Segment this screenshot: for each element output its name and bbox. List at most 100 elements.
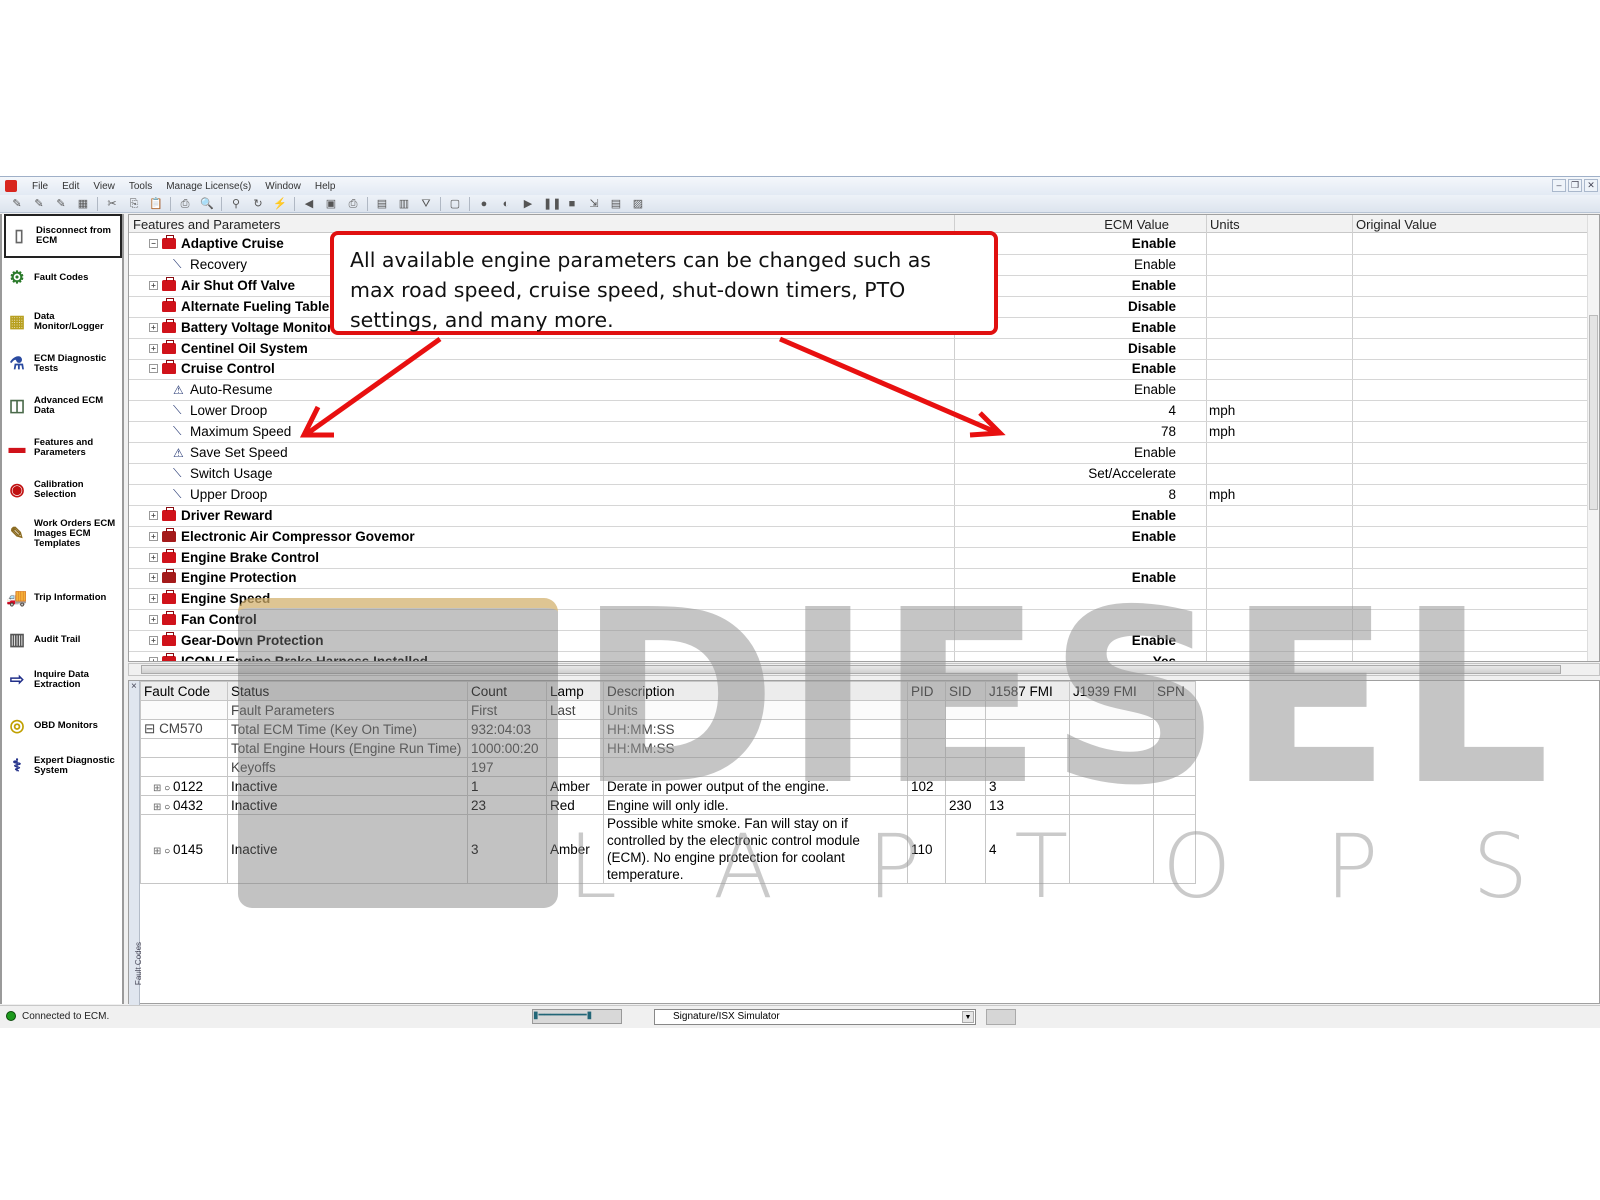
expand-icon[interactable]: +: [149, 573, 158, 583]
collapse-icon[interactable]: ⊟: [144, 721, 159, 736]
ecm-value[interactable]: Disable: [1128, 341, 1176, 356]
sidebar-item-disconnect-from-ecm[interactable]: ▯ Disconnect from ECM: [4, 214, 122, 258]
expand-icon[interactable]: ⊞: [153, 802, 164, 813]
sidebar-item-audit-trail[interactable]: ▥ Audit Trail: [4, 620, 122, 660]
parameter-row[interactable]: ⟍ Lower Droop 4 mph: [129, 401, 1589, 423]
menu-edit[interactable]: Edit: [55, 181, 86, 192]
play-icon[interactable]: ▶: [521, 198, 535, 210]
cut-icon[interactable]: ✂: [105, 198, 119, 210]
printer2-icon[interactable]: ⎙: [346, 198, 360, 210]
ecm-value[interactable]: Enable: [1132, 633, 1176, 648]
sidebar-item-work-orders-ecm-images-ecm-templates[interactable]: ✎ Work Orders ECM Images ECM Templates: [4, 514, 122, 554]
connect-icon[interactable]: ⚡: [273, 198, 287, 210]
ecm-value[interactable]: Enable: [1132, 529, 1176, 544]
expand-icon[interactable]: +: [149, 510, 158, 520]
sidebar-item-ecm-diagnostic-tests[interactable]: ⚗ ECM Diagnostic Tests: [4, 344, 122, 384]
menu-tools[interactable]: Tools: [122, 181, 159, 192]
ecm-value[interactable]: 4: [1168, 403, 1176, 418]
expand-icon[interactable]: +: [149, 322, 158, 332]
refresh-icon[interactable]: ↻: [251, 198, 265, 210]
close-button[interactable]: ✕: [1584, 179, 1598, 192]
print-preview-icon[interactable]: 🔍: [200, 198, 214, 210]
pause-icon[interactable]: ❚❚: [543, 198, 561, 210]
expand-icon[interactable]: +: [149, 636, 158, 646]
expand-icon[interactable]: +: [149, 343, 158, 353]
column-features-and-parameters[interactable]: Features and Parameters: [133, 217, 280, 232]
ecm-value[interactable]: Enable: [1134, 257, 1176, 272]
expand-icon[interactable]: +: [149, 594, 158, 604]
ecm-value[interactable]: Set/Accelerate: [1088, 466, 1176, 481]
collapse-icon[interactable]: −: [149, 364, 158, 374]
menu-manage-licenses[interactable]: Manage License(s): [159, 181, 258, 192]
column-pid[interactable]: PID: [907, 681, 946, 701]
ecm-value[interactable]: Yes: [1153, 654, 1176, 661]
ecm-value[interactable]: Enable: [1132, 278, 1176, 293]
rewind-icon[interactable]: ◐: [499, 198, 513, 210]
column-lamp[interactable]: Lamp: [546, 681, 604, 701]
filter-icon[interactable]: ⛛: [419, 198, 433, 210]
doc-icon[interactable]: ▤: [375, 198, 389, 210]
feature-group-row[interactable]: + Driver Reward Enable: [129, 506, 1589, 527]
ecm-value[interactable]: Enable: [1132, 320, 1176, 335]
feature-group-row[interactable]: + Engine Speed: [129, 589, 1589, 611]
sidebar-item-data-monitor-logger[interactable]: ▦ Data Monitor/Logger: [4, 302, 122, 342]
column-spn[interactable]: SPN: [1153, 681, 1196, 701]
vertical-scrollbar[interactable]: [1587, 215, 1599, 661]
ecm-value[interactable]: Enable: [1132, 570, 1176, 585]
print-icon[interactable]: ⎙: [178, 198, 192, 210]
expand-icon[interactable]: +: [149, 657, 158, 661]
restore-button[interactable]: ❐: [1568, 179, 1582, 192]
column-j1939-fmi[interactable]: J1939 FMI: [1069, 681, 1154, 701]
horizontal-scroll-thumb[interactable]: [141, 665, 1561, 674]
grid-icon[interactable]: ▦: [76, 198, 90, 210]
feature-group-row[interactable]: + Fan Control: [129, 610, 1589, 632]
parameter-row[interactable]: ⚠ Auto-Resume Enable: [129, 380, 1589, 402]
menu-view[interactable]: View: [86, 181, 122, 192]
menu-file[interactable]: File: [25, 181, 55, 192]
parameter-row[interactable]: ⟍ Upper Droop 8 mph: [129, 485, 1589, 506]
fault-code-cell[interactable]: ⊞ ○ 0145: [140, 814, 228, 884]
report-icon[interactable]: ▤: [609, 198, 623, 210]
doc2-icon[interactable]: ▥: [397, 198, 411, 210]
menu-window[interactable]: Window: [258, 181, 308, 192]
close-panel-icon[interactable]: ×: [131, 681, 137, 692]
fault-code-cell[interactable]: ⊞ ○ 0432: [140, 795, 228, 815]
export-icon[interactable]: ⇲: [587, 198, 601, 210]
column-count[interactable]: Count: [467, 681, 547, 701]
expand-icon[interactable]: +: [149, 531, 158, 541]
fault-codes-side-tab[interactable]: × Fault Codes: [129, 681, 143, 1005]
ecm-value[interactable]: Enable: [1132, 236, 1176, 251]
column-j1587-fmi[interactable]: J1587 FMI: [985, 681, 1070, 701]
column-sid[interactable]: SID: [945, 681, 986, 701]
feature-group-row[interactable]: + Engine Brake Control: [129, 548, 1589, 569]
wand2-icon[interactable]: ✎: [32, 198, 46, 210]
ecm-value[interactable]: Enable: [1134, 445, 1176, 460]
menu-help[interactable]: Help: [308, 181, 343, 192]
parameter-row[interactable]: ⚠ Save Set Speed Enable: [129, 443, 1589, 464]
wand3-icon[interactable]: ✎: [54, 198, 68, 210]
ecm-node[interactable]: ⊟ CM570: [140, 719, 228, 739]
expand-icon[interactable]: +: [149, 615, 158, 625]
parameter-row[interactable]: ⟍ Maximum Speed 78 mph: [129, 422, 1589, 444]
column-units[interactable]: Units: [1210, 217, 1240, 232]
feature-group-row[interactable]: + ICON / Engine Brake Harness Installed Ye…: [129, 652, 1589, 661]
sidebar-item-advanced-ecm-data[interactable]: ◫ Advanced ECM Data: [4, 386, 122, 426]
horizontal-scrollbar[interactable]: [128, 663, 1600, 676]
sidebar-item-features-and-parameters[interactable]: ▬ Features and Parameters: [4, 428, 122, 468]
sidebar-item-inquire-data-extraction[interactable]: ⇨ Inquire Data Extraction: [4, 660, 122, 700]
notes-icon[interactable]: ▨: [631, 198, 645, 210]
expand-icon[interactable]: ⊞: [153, 846, 164, 857]
vertical-scroll-thumb[interactable]: [1589, 315, 1598, 510]
sidebar-item-trip-information[interactable]: 🚚 Trip Information: [4, 578, 122, 618]
ecm-value[interactable]: Disable: [1128, 299, 1176, 314]
page-icon[interactable]: ▢: [448, 198, 462, 210]
feature-group-row[interactable]: + Centinel Oil System Disable: [129, 339, 1589, 360]
fault-code-row[interactable]: ⊞ ○ 0145 Inactive 3 Amber Possible white smo…: [140, 814, 1196, 884]
ecm-value[interactable]: Enable: [1134, 382, 1176, 397]
ecm-value[interactable]: Enable: [1132, 508, 1176, 523]
expand-icon[interactable]: ⊞: [153, 783, 164, 794]
expand-icon[interactable]: +: [149, 552, 158, 562]
column-status[interactable]: Status: [227, 681, 468, 701]
device-select[interactable]: Signature/ISX Simulator ▼: [654, 1009, 976, 1025]
fault-code-row[interactable]: ⊞ ○ 0122 Inactive 1 Amber Derate in power ou…: [140, 776, 1196, 796]
